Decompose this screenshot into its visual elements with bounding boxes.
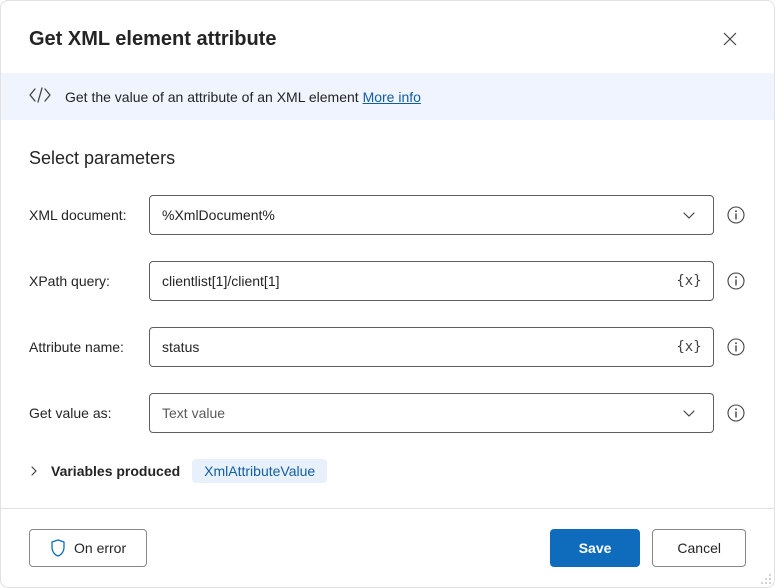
field-get-value-as-value: Text value <box>162 405 677 421</box>
field-get-value-as[interactable]: Text value <box>149 393 714 433</box>
variable-picker-icon[interactable]: {x} <box>677 269 701 293</box>
info-icon[interactable] <box>726 271 746 291</box>
field-xml-document-value: %XmlDocument% <box>162 207 677 223</box>
shield-icon <box>50 539 66 557</box>
field-xpath-query[interactable]: clientlist[1]/client[1] {x} <box>149 261 714 301</box>
variable-picker-icon[interactable]: {x} <box>677 335 701 359</box>
code-icon <box>29 87 51 106</box>
param-row-attribute-name: Attribute name: status {x} <box>29 327 746 367</box>
close-button[interactable] <box>714 23 746 55</box>
param-row-xml-document: XML document: %XmlDocument% <box>29 195 746 235</box>
chevron-down-icon[interactable] <box>677 203 701 227</box>
footer-right: Save Cancel <box>550 529 746 567</box>
cancel-button[interactable]: Cancel <box>652 529 746 567</box>
label-get-value-as: Get value as: <box>29 405 149 421</box>
dialog-title: Get XML element attribute <box>29 28 276 51</box>
info-banner: Get the value of an attribute of an XML … <box>1 73 774 120</box>
param-row-xpath-query: XPath query: clientlist[1]/client[1] {x} <box>29 261 746 301</box>
variable-badge[interactable]: XmlAttributeValue <box>192 459 327 483</box>
save-label: Save <box>579 540 612 556</box>
section-title: Select parameters <box>29 148 746 169</box>
cancel-label: Cancel <box>677 540 721 556</box>
dialog-footer: On error Save Cancel <box>1 508 774 587</box>
close-icon <box>723 32 737 46</box>
banner-text-content: Get the value of an attribute of an XML … <box>65 89 363 105</box>
label-xml-document: XML document: <box>29 207 149 223</box>
field-attribute-name[interactable]: status {x} <box>149 327 714 367</box>
info-icon[interactable] <box>726 403 746 423</box>
label-xpath-query: XPath query: <box>29 273 149 289</box>
info-icon[interactable] <box>726 205 746 225</box>
param-row-get-value-as: Get value as: Text value <box>29 393 746 433</box>
variables-produced-label: Variables produced <box>51 463 180 479</box>
chevron-down-icon[interactable] <box>677 401 701 425</box>
chevron-right-icon <box>29 463 39 479</box>
field-xpath-query-value: clientlist[1]/client[1] <box>162 273 677 289</box>
banner-text: Get the value of an attribute of an XML … <box>65 89 421 105</box>
on-error-button[interactable]: On error <box>29 529 147 567</box>
dialog-window: Get XML element attribute Get the value … <box>0 0 775 588</box>
save-button[interactable]: Save <box>550 529 641 567</box>
field-attribute-name-value: status <box>162 339 677 355</box>
variables-produced-row[interactable]: Variables produced XmlAttributeValue <box>29 459 746 483</box>
on-error-label: On error <box>74 540 126 556</box>
dialog-header: Get XML element attribute <box>1 1 774 73</box>
field-xml-document[interactable]: %XmlDocument% <box>149 195 714 235</box>
info-icon[interactable] <box>726 337 746 357</box>
dialog-body: Select parameters XML document: %XmlDocu… <box>1 120 774 508</box>
resize-grip-icon[interactable] <box>760 573 772 585</box>
label-attribute-name: Attribute name: <box>29 339 149 355</box>
more-info-link[interactable]: More info <box>363 89 421 105</box>
